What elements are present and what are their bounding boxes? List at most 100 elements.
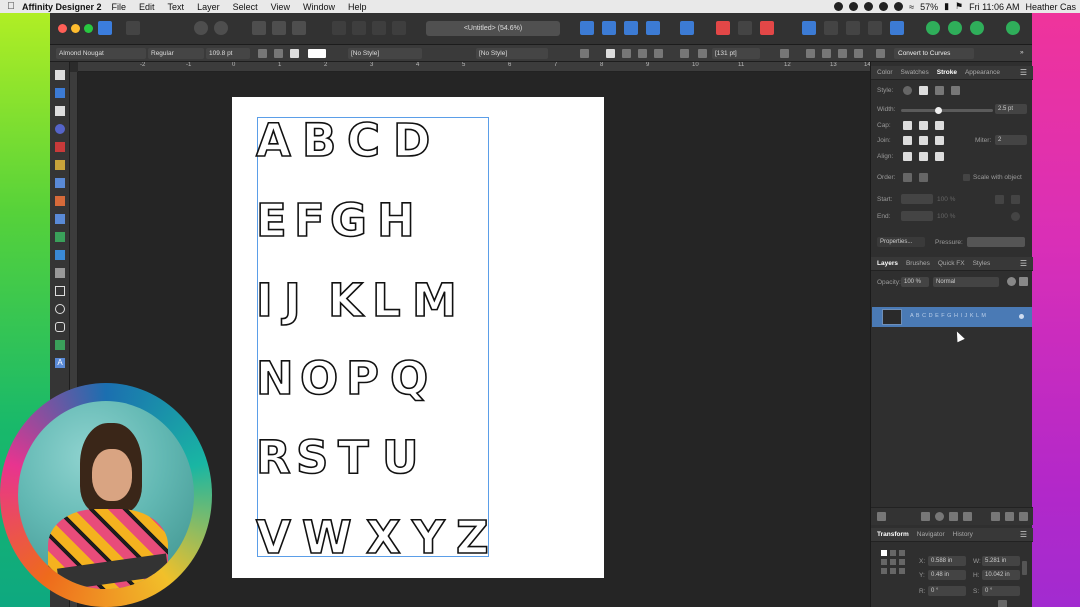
geometry-icon-2[interactable] [948, 21, 962, 35]
leading-field[interactable]: [131 pt] [712, 48, 760, 59]
geometry-icon-3[interactable] [970, 21, 984, 35]
convert-to-curves-button[interactable]: Convert to Curves [894, 48, 974, 59]
text-tool-icon[interactable]: A [55, 358, 65, 368]
y-field[interactable]: 0.48 in [928, 570, 966, 580]
duplicate-icon[interactable] [1005, 512, 1014, 521]
fill-tool-icon[interactable] [55, 214, 65, 224]
status-icon[interactable] [849, 2, 859, 11]
battery-percent[interactable]: 57% [920, 2, 938, 12]
snapping-toggle-icon[interactable] [876, 49, 885, 58]
scale-with-object-checkbox[interactable] [963, 174, 970, 181]
rotate-icon-2[interactable] [646, 21, 660, 35]
lock-icon[interactable] [1019, 277, 1028, 286]
trash-icon[interactable] [1019, 512, 1028, 521]
view-mode-icon[interactable] [252, 21, 266, 35]
align-outside-stroke-icon[interactable] [935, 152, 944, 161]
aspect-lock-icon[interactable] [1022, 561, 1027, 575]
butt-cap-icon[interactable] [903, 121, 912, 130]
flip-vertical-icon[interactable] [602, 21, 616, 35]
underline-icon[interactable] [290, 49, 299, 58]
layers-menu-icon[interactable]: ☰ [1020, 259, 1027, 268]
tab-brushes[interactable]: Brushes [906, 260, 930, 267]
text-frame-icon[interactable] [780, 49, 789, 58]
rectangle-tool-icon[interactable] [55, 286, 65, 296]
pressure-graph[interactable] [967, 237, 1025, 247]
width-slider-knob[interactable] [934, 107, 942, 114]
align-right-icon[interactable] [638, 49, 647, 58]
width-slider[interactable] [901, 109, 993, 112]
shape-tool-icon[interactable] [55, 340, 65, 350]
arrowhead-position-icon[interactable] [1011, 195, 1020, 204]
selection-bounding-box[interactable] [257, 117, 489, 557]
designer-persona-icon[interactable] [98, 21, 112, 35]
align-center-icon[interactable] [622, 49, 631, 58]
italic-icon[interactable] [274, 49, 283, 58]
apple-icon[interactable]:  [0, 1, 22, 12]
status-icon-3[interactable] [879, 2, 889, 11]
align-left-icon[interactable] [606, 49, 615, 58]
fx-icon[interactable] [949, 512, 958, 521]
snapping-icon[interactable] [214, 21, 228, 35]
status-icon-2[interactable] [864, 2, 874, 11]
insert-icon-2[interactable] [738, 21, 752, 35]
tab-stroke[interactable]: Stroke [937, 69, 957, 76]
arrange-icon[interactable] [802, 21, 816, 35]
flip-horizontal-icon[interactable] [580, 21, 594, 35]
bevel-join-icon[interactable] [935, 136, 944, 145]
brush-tool-icon[interactable] [55, 196, 65, 206]
tab-color[interactable]: Color [877, 69, 893, 76]
texture-line-icon[interactable] [951, 86, 960, 95]
swap-arrowheads-icon[interactable] [995, 195, 1004, 204]
square-cap-icon[interactable] [935, 121, 944, 130]
pencil-tool-icon[interactable] [55, 160, 65, 170]
arrange-icon-4[interactable] [868, 21, 882, 35]
layer-settings-gear-icon[interactable] [1007, 277, 1016, 286]
align-center-stroke-icon[interactable] [903, 152, 912, 161]
bullets-icon[interactable] [680, 49, 689, 58]
round-cap-icon[interactable] [919, 121, 928, 130]
order-behind-icon[interactable] [903, 173, 912, 182]
w-field[interactable]: 5.281 in [982, 556, 1020, 566]
zoom-window-button[interactable] [84, 24, 93, 33]
pixel-persona-icon[interactable] [126, 21, 140, 35]
order-front-icon[interactable] [919, 173, 928, 182]
menu-window[interactable]: Window [303, 2, 335, 12]
anchor-point-grid[interactable] [881, 550, 905, 574]
arrange-icon-3[interactable] [846, 21, 860, 35]
status-icon-4[interactable] [894, 2, 904, 11]
user-name[interactable]: Heather Cas [1025, 2, 1076, 12]
font-weight-select[interactable]: Regular [148, 48, 204, 59]
bounds-icon[interactable] [854, 49, 863, 58]
align-inside-stroke-icon[interactable] [919, 152, 928, 161]
minimize-window-button[interactable] [71, 24, 80, 33]
bold-icon[interactable] [258, 49, 267, 58]
node-tool-icon[interactable] [55, 106, 65, 116]
transform-origin-icon[interactable] [998, 600, 1007, 607]
ellipse-tool-icon[interactable] [55, 304, 65, 314]
artboard-tool-icon[interactable] [55, 88, 65, 98]
end-arrowhead-select[interactable] [901, 211, 933, 221]
crop-tool-icon[interactable] [55, 268, 65, 278]
panel-menu-icon[interactable]: ☰ [1020, 68, 1027, 77]
menu-select[interactable]: Select [233, 2, 258, 12]
align-icon[interactable] [680, 21, 694, 35]
gear-icon[interactable] [194, 21, 208, 35]
menu-text[interactable]: Text [168, 2, 185, 12]
transform-menu-icon[interactable]: ☰ [1020, 530, 1027, 539]
arrange-icon-5[interactable] [890, 21, 904, 35]
round-join-icon[interactable] [919, 136, 928, 145]
group-icon[interactable] [963, 512, 972, 521]
place-image-tool-icon[interactable] [55, 250, 65, 260]
tab-styles[interactable]: Styles [973, 260, 991, 267]
boolean-icon[interactable] [332, 21, 346, 35]
paragraph-style-select[interactable]: [No Style] [476, 48, 548, 59]
transparency-tool-icon[interactable] [55, 232, 65, 242]
wifi-icon[interactable]: ≈ [909, 2, 914, 12]
miter-join-icon[interactable] [903, 136, 912, 145]
justify-icon[interactable] [654, 49, 663, 58]
miter-field[interactable]: 2 [995, 135, 1027, 145]
layer-row[interactable]: A B C D E F G H I J K L M [872, 307, 1032, 327]
shear-field[interactable]: 0 ° [982, 586, 1020, 596]
font-family-select[interactable]: Almond Nougat [56, 48, 146, 59]
view-mode-icon-2[interactable] [272, 21, 286, 35]
